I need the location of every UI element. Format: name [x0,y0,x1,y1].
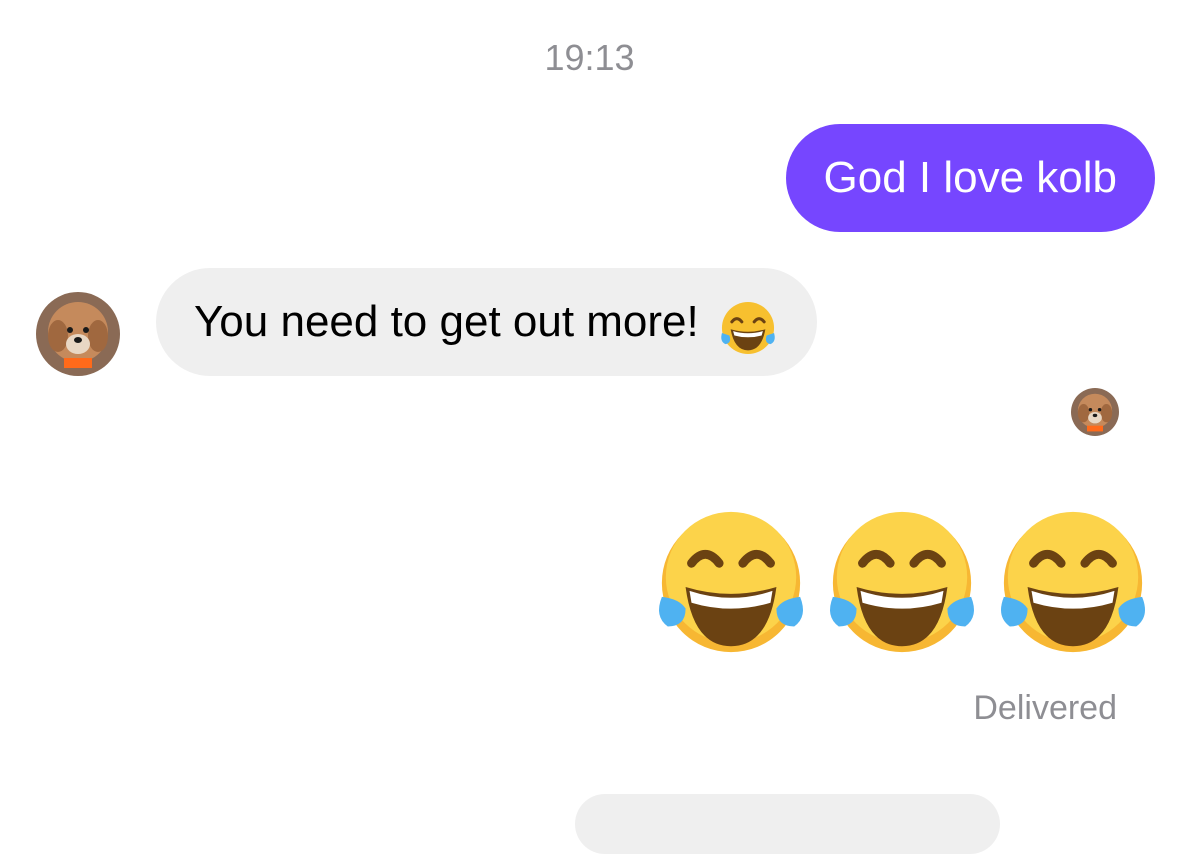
face-with-tears-of-joy-icon [994,505,1152,660]
partial-message-bubble[interactable] [575,794,1000,854]
read-receipt-avatar [1071,388,1119,436]
outgoing-message-bubble[interactable]: God I love kolb [785,124,1155,232]
outgoing-message-text: God I love kolb [823,153,1118,202]
dog-avatar-image [1071,388,1119,436]
face-with-tears-of-joy-icon [823,505,981,660]
incoming-message-bubble[interactable]: You need to get out more! [156,268,817,376]
face-with-tears-of-joy-icon [652,505,810,660]
dog-avatar-image [36,292,120,376]
delivery-status: Delivered [973,689,1117,727]
outgoing-emoji-message[interactable] [652,505,1152,660]
contact-avatar[interactable] [36,292,120,376]
face-with-tears-of-joy-icon [717,291,779,355]
incoming-message-text: You need to get out more! [194,297,699,346]
timestamp: 19:13 [544,37,635,78]
